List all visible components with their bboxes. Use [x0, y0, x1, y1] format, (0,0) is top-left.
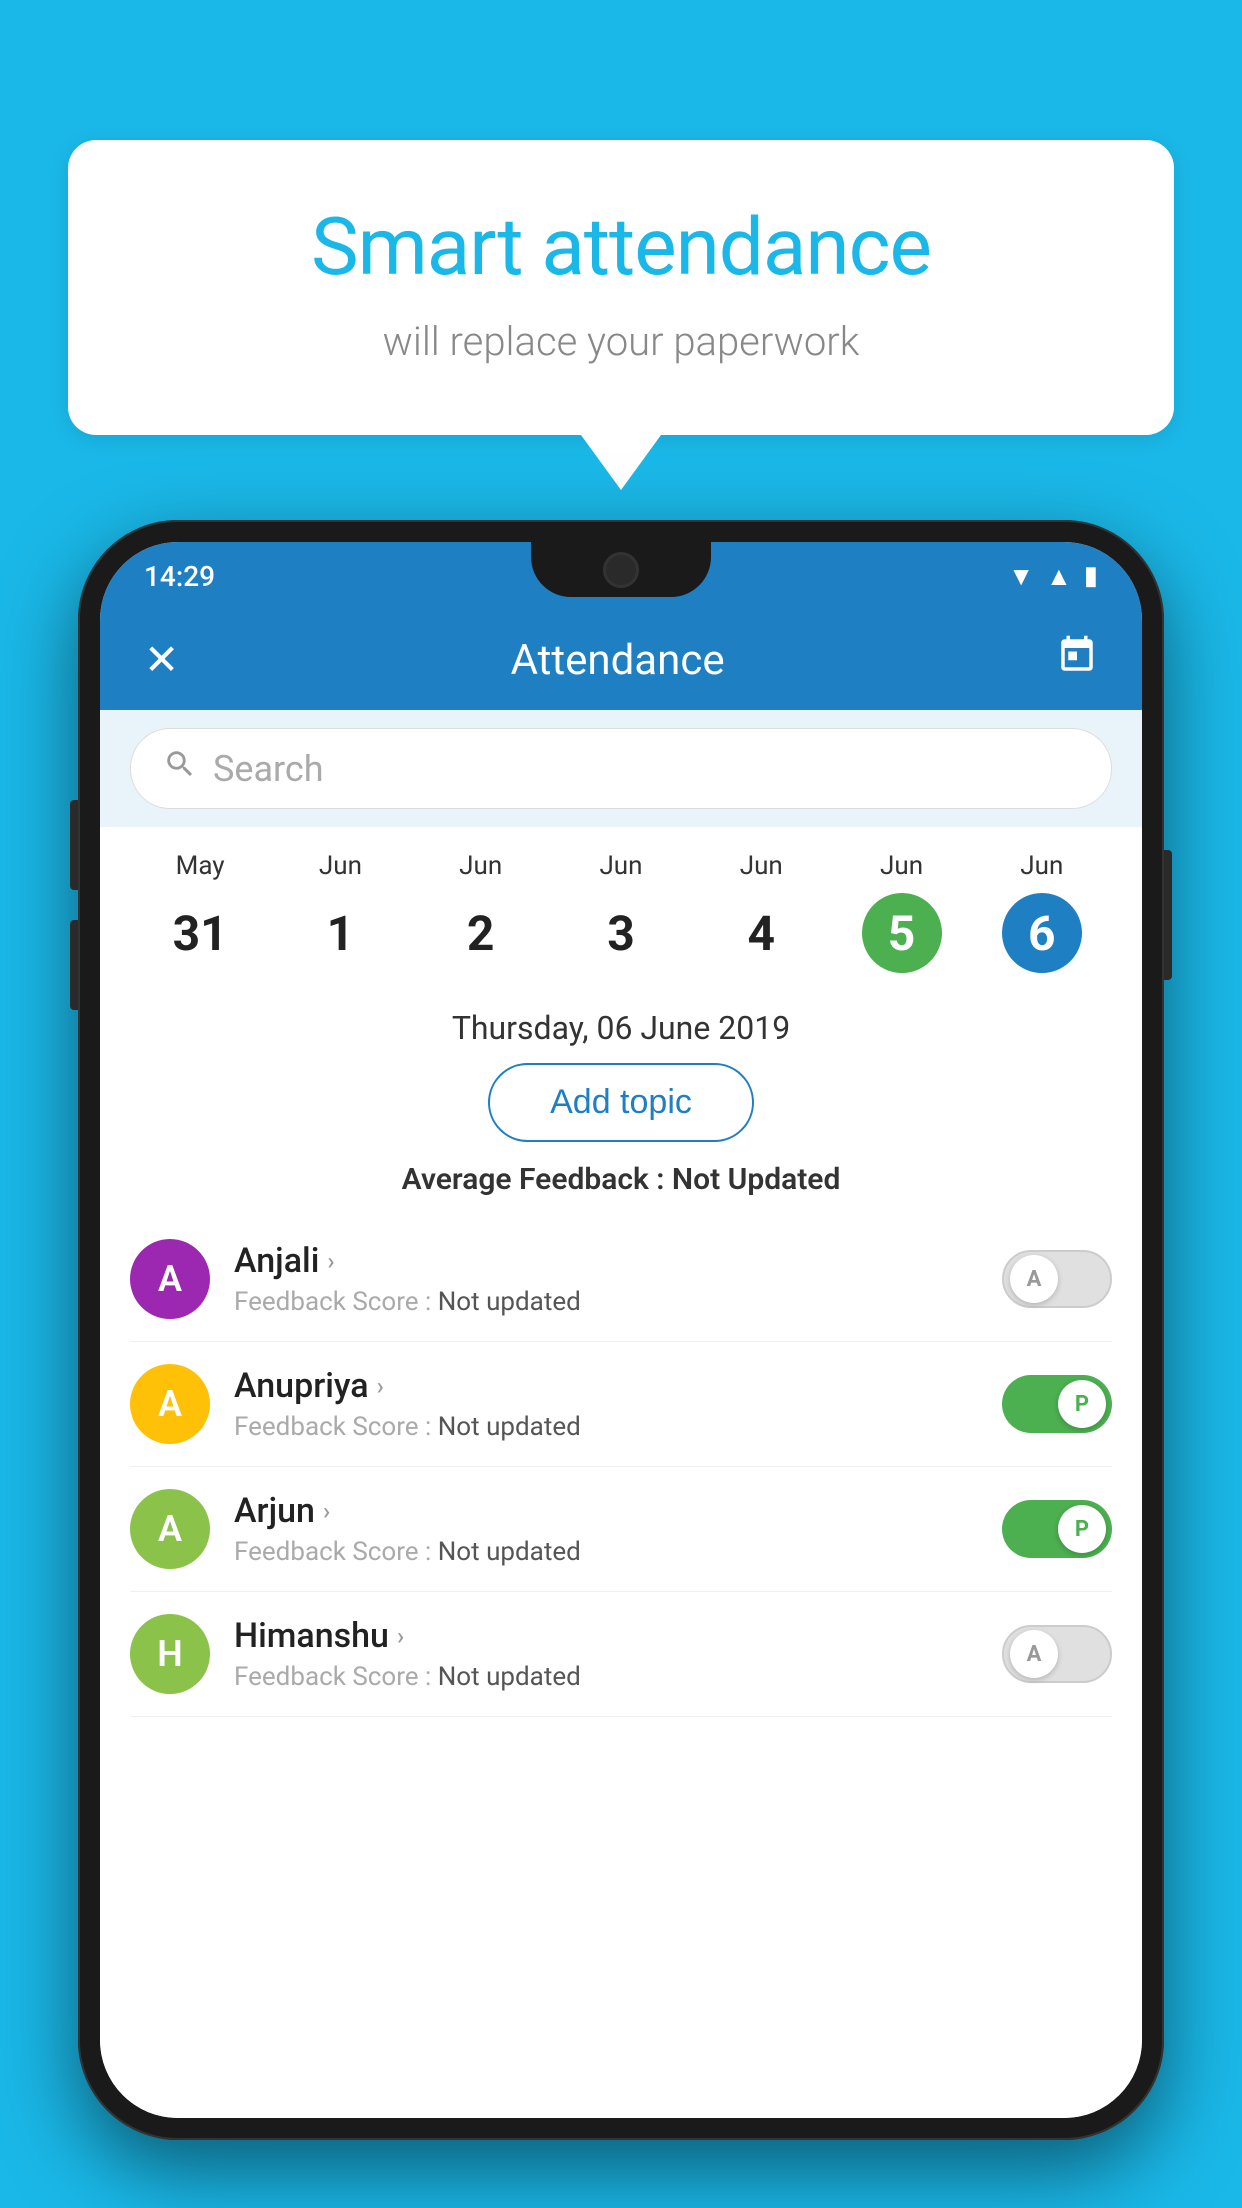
- speech-bubble-container: Smart attendance will replace your paper…: [68, 140, 1174, 490]
- calendar-row: May 31 Jun 1 Jun 2 Jun 3 Jun 4: [100, 827, 1142, 989]
- cal-month-1: Jun: [319, 851, 362, 881]
- calendar-day-4[interactable]: Jun 4: [691, 851, 831, 973]
- toggle-thumb-anjali: A: [1010, 1255, 1058, 1303]
- student-feedback-anupriya: Feedback Score : Not updated: [234, 1412, 978, 1442]
- student-item-arjun[interactable]: A Arjun › Feedback Score : Not updated: [130, 1467, 1112, 1592]
- close-button[interactable]: ✕: [144, 635, 179, 685]
- speech-bubble-arrow: [581, 435, 661, 490]
- toggle-anjali[interactable]: A: [1002, 1250, 1112, 1308]
- cal-month-0: May: [176, 851, 225, 881]
- toggle-thumb-arjun: P: [1058, 1505, 1106, 1553]
- status-time: 14:29: [144, 560, 215, 593]
- cal-month-4: Jun: [740, 851, 783, 881]
- student-name-anupriya: Anupriya ›: [234, 1366, 978, 1406]
- cal-month-2: Jun: [459, 851, 502, 881]
- toggle-thumb-himanshu: A: [1010, 1630, 1058, 1678]
- cal-month-3: Jun: [599, 851, 642, 881]
- cal-date-6: 6: [1002, 893, 1082, 973]
- side-button-left-1: [70, 800, 78, 890]
- cal-date-2: 2: [441, 893, 521, 973]
- calendar-day-5[interactable]: Jun 5: [831, 851, 971, 973]
- battery-icon: ▮: [1084, 561, 1098, 591]
- attendance-toggle-anjali[interactable]: A: [1002, 1250, 1112, 1308]
- app-title: Attendance: [511, 636, 725, 685]
- selected-date: Thursday, 06 June 2019: [130, 989, 1112, 1063]
- student-list: A Anjali › Feedback Score : Not updated: [130, 1217, 1112, 1717]
- phone-notch: [531, 542, 711, 597]
- signal-icon: ▲: [1046, 561, 1072, 592]
- speech-bubble-subtitle: will replace your paperwork: [148, 318, 1094, 365]
- student-name-anjali: Anjali ›: [234, 1241, 978, 1281]
- toggle-arjun[interactable]: P: [1002, 1500, 1112, 1558]
- speech-bubble-title: Smart attendance: [148, 200, 1094, 294]
- attendance-toggle-arjun[interactable]: P: [1002, 1500, 1112, 1558]
- student-feedback-arjun: Feedback Score : Not updated: [234, 1537, 978, 1567]
- calendar-day-3[interactable]: Jun 3: [551, 851, 691, 973]
- attendance-toggle-anupriya[interactable]: P: [1002, 1375, 1112, 1433]
- phone-screen: 14:29 ▼ ▲ ▮ ✕ Attendance: [100, 542, 1142, 2118]
- phone-container: 14:29 ▼ ▲ ▮ ✕ Attendance: [78, 520, 1164, 2140]
- side-button-right: [1164, 850, 1172, 980]
- student-info-arjun: Arjun › Feedback Score : Not updated: [234, 1491, 978, 1567]
- student-info-anupriya: Anupriya › Feedback Score : Not updated: [234, 1366, 978, 1442]
- cal-date-1: 1: [300, 893, 380, 973]
- toggle-himanshu[interactable]: A: [1002, 1625, 1112, 1683]
- avatar-arjun: A: [130, 1489, 210, 1569]
- student-name-himanshu: Himanshu ›: [234, 1616, 978, 1656]
- student-feedback-himanshu: Feedback Score : Not updated: [234, 1662, 978, 1692]
- side-button-left-2: [70, 920, 78, 1010]
- calendar-icon[interactable]: [1056, 634, 1098, 686]
- student-item-anjali[interactable]: A Anjali › Feedback Score : Not updated: [130, 1217, 1112, 1342]
- chevron-icon-arjun: ›: [323, 1497, 330, 1525]
- phone-camera: [603, 552, 639, 588]
- student-item-himanshu[interactable]: H Himanshu › Feedback Score : Not update…: [130, 1592, 1112, 1717]
- avatar-himanshu: H: [130, 1614, 210, 1694]
- avg-feedback-label: Average Feedback :: [402, 1162, 665, 1197]
- cal-month-5: Jun: [880, 851, 923, 881]
- status-icons: ▼ ▲ ▮: [1008, 561, 1098, 592]
- avg-feedback-value: Not Updated: [672, 1162, 840, 1197]
- search-icon: [163, 747, 197, 790]
- app-header: ✕ Attendance: [100, 610, 1142, 710]
- toggle-anupriya[interactable]: P: [1002, 1375, 1112, 1433]
- search-placeholder: Search: [213, 748, 324, 790]
- attendance-toggle-himanshu[interactable]: A: [1002, 1625, 1112, 1683]
- student-item-anupriya[interactable]: A Anupriya › Feedback Score : Not update…: [130, 1342, 1112, 1467]
- chevron-icon-anjali: ›: [327, 1247, 334, 1275]
- calendar-day-2[interactable]: Jun 2: [411, 851, 551, 973]
- student-name-arjun: Arjun ›: [234, 1491, 978, 1531]
- wifi-icon: ▼: [1008, 561, 1034, 592]
- cal-date-4: 4: [721, 893, 801, 973]
- chevron-icon-himanshu: ›: [397, 1622, 404, 1650]
- toggle-thumb-anupriya: P: [1058, 1380, 1106, 1428]
- calendar-day-1[interactable]: Jun 1: [270, 851, 410, 973]
- calendar-day-0[interactable]: May 31: [130, 851, 270, 973]
- avatar-anjali: A: [130, 1239, 210, 1319]
- student-info-anjali: Anjali › Feedback Score : Not updated: [234, 1241, 978, 1317]
- chevron-icon-anupriya: ›: [377, 1372, 384, 1400]
- avatar-anupriya: A: [130, 1364, 210, 1444]
- cal-month-6: Jun: [1020, 851, 1063, 881]
- student-info-himanshu: Himanshu › Feedback Score : Not updated: [234, 1616, 978, 1692]
- phone-frame: 14:29 ▼ ▲ ▮ ✕ Attendance: [78, 520, 1164, 2140]
- cal-date-5: 5: [862, 893, 942, 973]
- search-container: Search: [100, 710, 1142, 827]
- student-feedback-anjali: Feedback Score : Not updated: [234, 1287, 978, 1317]
- content-area: Thursday, 06 June 2019 Add topic Average…: [100, 989, 1142, 2118]
- speech-bubble: Smart attendance will replace your paper…: [68, 140, 1174, 435]
- search-bar[interactable]: Search: [130, 728, 1112, 809]
- add-topic-button[interactable]: Add topic: [488, 1063, 754, 1142]
- cal-date-3: 3: [581, 893, 661, 973]
- calendar-day-6[interactable]: Jun 6: [972, 851, 1112, 973]
- cal-date-0: 31: [160, 893, 240, 973]
- avg-feedback: Average Feedback : Not Updated: [130, 1162, 1112, 1197]
